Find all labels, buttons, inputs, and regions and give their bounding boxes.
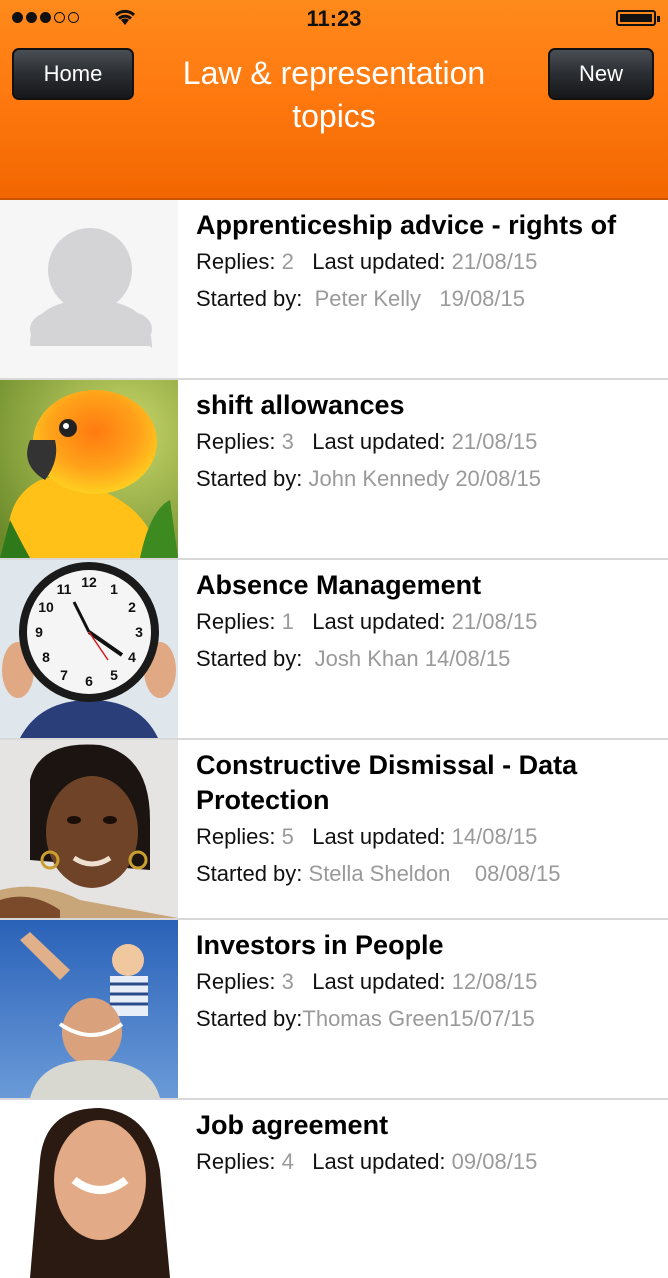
topic-title: Job agreement (196, 1110, 389, 1140)
topic-title: Constructive Dismissal - Data Protection (196, 750, 578, 815)
svg-text:8: 8 (42, 649, 50, 665)
last-updated-label: Last updated: (312, 429, 446, 454)
topic-title: shift allowances (196, 390, 405, 420)
status-bar: 11:23 (0, 0, 668, 36)
home-button[interactable]: Home (12, 48, 134, 100)
parrot-photo (0, 380, 178, 558)
topic-title: Absence Management (196, 570, 482, 600)
default-avatar-icon (0, 200, 178, 378)
started-by-label: Started by: (196, 861, 303, 886)
replies-count: 1 (281, 609, 294, 634)
svg-text:1: 1 (110, 581, 118, 597)
topic-title: Apprenticeship advice - rights of (196, 210, 617, 240)
replies-label: Replies: (196, 429, 276, 454)
replies-count: 3 (281, 429, 294, 454)
topic-row[interactable]: Constructive Dismissal - Data Protection… (0, 740, 668, 920)
author-name: John Kennedy (308, 466, 450, 491)
replies-count: 5 (281, 824, 294, 849)
replies-label: Replies: (196, 609, 276, 634)
svg-text:3: 3 (135, 624, 143, 640)
page-title: Law & representation topics (182, 55, 486, 134)
svg-text:2: 2 (128, 599, 136, 615)
author-name: Thomas Green (302, 1006, 450, 1031)
last-updated-date: 14/08/15 (451, 824, 538, 849)
svg-text:10: 10 (38, 599, 54, 615)
started-by-label: Started by: (196, 1006, 303, 1031)
topic-row[interactable]: Investors in People Replies: 3 Last upda… (0, 920, 668, 1100)
topic-row[interactable]: 12 1 2 345 678 9 10 11 Absence Management Re… (0, 560, 668, 740)
replies-label: Replies: (196, 969, 276, 994)
topic-row[interactable]: shift allowances Replies: 3 Last updated… (0, 380, 668, 560)
svg-text:5: 5 (110, 667, 118, 683)
author-name: Josh Khan (314, 646, 419, 671)
last-updated-label: Last updated: (312, 249, 446, 274)
svg-text:12: 12 (81, 574, 97, 590)
started-date: 15/07/15 (449, 1006, 535, 1031)
started-date: 19/08/15 (439, 286, 525, 311)
author-name: Peter Kelly (314, 286, 422, 311)
topic-row[interactable]: Job agreement Replies: 4 Last updated: 0… (0, 1100, 668, 1278)
author-name: Stella Sheldon (308, 861, 451, 886)
woman-photo (0, 740, 178, 918)
started-date: 20/08/15 (455, 466, 541, 491)
status-time: 11:23 (306, 6, 362, 31)
replies-label: Replies: (196, 1149, 276, 1174)
smiling-woman-photo (0, 1100, 178, 1278)
svg-text:7: 7 (60, 667, 68, 683)
started-by-label: Started by: (196, 286, 303, 311)
started-by-label: Started by: (196, 466, 303, 491)
replies-count: 4 (281, 1149, 294, 1174)
last-updated-date: 09/08/15 (451, 1149, 538, 1174)
svg-text:11: 11 (57, 581, 72, 597)
last-updated-date: 21/08/15 (451, 609, 538, 634)
svg-text:9: 9 (35, 624, 43, 640)
last-updated-date: 12/08/15 (451, 969, 538, 994)
started-by-label: Started by: (196, 646, 303, 671)
new-topic-button[interactable]: New (548, 48, 654, 100)
replies-label: Replies: (196, 824, 276, 849)
started-date: 14/08/15 (424, 646, 511, 671)
battery-icon (616, 10, 660, 26)
replies-label: Replies: (196, 249, 276, 274)
last-updated-label: Last updated: (312, 609, 446, 634)
topic-row[interactable]: Apprenticeship advice - rights of Replie… (0, 200, 668, 380)
nav-header: 11:23 Home Law & representation topics N… (0, 0, 668, 200)
last-updated-label: Last updated: (312, 969, 446, 994)
replies-count: 2 (281, 249, 294, 274)
last-updated-date: 21/08/15 (451, 249, 538, 274)
last-updated-date: 21/08/15 (451, 429, 538, 454)
father-child-photo (0, 920, 178, 1098)
replies-count: 3 (281, 969, 294, 994)
svg-text:6: 6 (85, 673, 93, 689)
started-date: 08/08/15 (474, 861, 561, 886)
clock-photo: 12 1 2 3 45 6 78 9 10 11 (0, 560, 178, 738)
topic-list: Apprenticeship advice - rights of Replie… (0, 200, 668, 1278)
last-updated-label: Last updated: (312, 824, 446, 849)
topic-title: Investors in People (196, 930, 444, 960)
last-updated-label: Last updated: (312, 1149, 446, 1174)
svg-text:4: 4 (128, 649, 136, 665)
